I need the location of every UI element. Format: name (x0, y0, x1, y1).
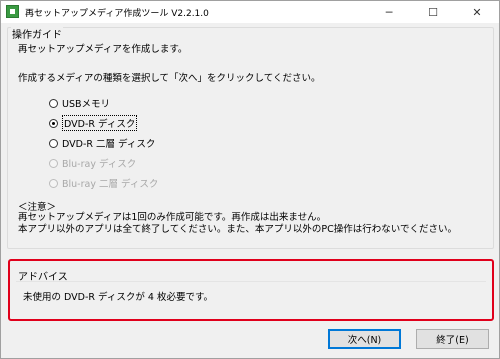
radio-button-disabled (49, 178, 58, 188)
radio-button[interactable] (49, 98, 58, 108)
radio-button-disabled (49, 158, 58, 168)
radio-label: Blu-ray 二層 ディスク (62, 179, 159, 190)
guide-intro: 再セットアップメディアを作成します。 (18, 44, 188, 55)
exit-button[interactable]: 終了(E) (416, 329, 489, 349)
app-window: 再セットアップメディア作成ツール V2.2.1.0 ─ ☐ ✕ 操作ガイド 再セ… (0, 0, 500, 359)
radio-blu-ray-disc: Blu-ray ディスク (49, 156, 136, 170)
close-button[interactable]: ✕ (455, 1, 499, 23)
app-icon (6, 5, 19, 18)
radio-label: Blu-ray ディスク (62, 159, 137, 170)
radio-label: USBメモリ (62, 99, 111, 110)
radio-button-selected[interactable] (49, 118, 58, 128)
advice-divider (16, 281, 486, 282)
radio-label: DVD-R 二層 ディスク (62, 139, 156, 150)
radio-dvd-r-disc[interactable]: DVD-R ディスク (49, 115, 138, 131)
radio-dvd-r-dual-layer-disc[interactable]: DVD-R 二層 ディスク (49, 136, 155, 150)
radio-usb-memory[interactable]: USBメモリ (49, 96, 110, 110)
radio-label: DVD-R ディスク (62, 115, 138, 131)
maximize-button[interactable]: ☐ (411, 1, 455, 23)
window-title: 再セットアップメディア作成ツール V2.2.1.0 (25, 9, 209, 19)
radio-button[interactable] (49, 138, 58, 148)
title-bar[interactable]: 再セットアップメディア作成ツール V2.2.1.0 ─ ☐ ✕ (1, 1, 499, 23)
note-line-2: 本アプリ以外のアプリは全て終了してください。また、本アプリ以外のPC操作は行わな… (18, 224, 458, 235)
guide-title: 操作ガイド (11, 26, 63, 41)
guide-instruction: 作成するメディアの種類を選択して「次へ」をクリックしてください。 (18, 73, 321, 84)
next-button[interactable]: 次へ(N) (328, 329, 401, 349)
minimize-button[interactable]: ─ (367, 1, 411, 23)
advice-text: 未使用の DVD-R ディスクが 4 枚必要です。 (23, 292, 213, 303)
radio-blu-ray-dual-layer-disc: Blu-ray 二層 ディスク (49, 176, 158, 190)
advice-panel: アドバイス 未使用の DVD-R ディスクが 4 枚必要です。 (8, 259, 494, 321)
operation-guide-group: 操作ガイド 再セットアップメディアを作成します。 作成するメディアの種類を選択し… (7, 26, 494, 249)
